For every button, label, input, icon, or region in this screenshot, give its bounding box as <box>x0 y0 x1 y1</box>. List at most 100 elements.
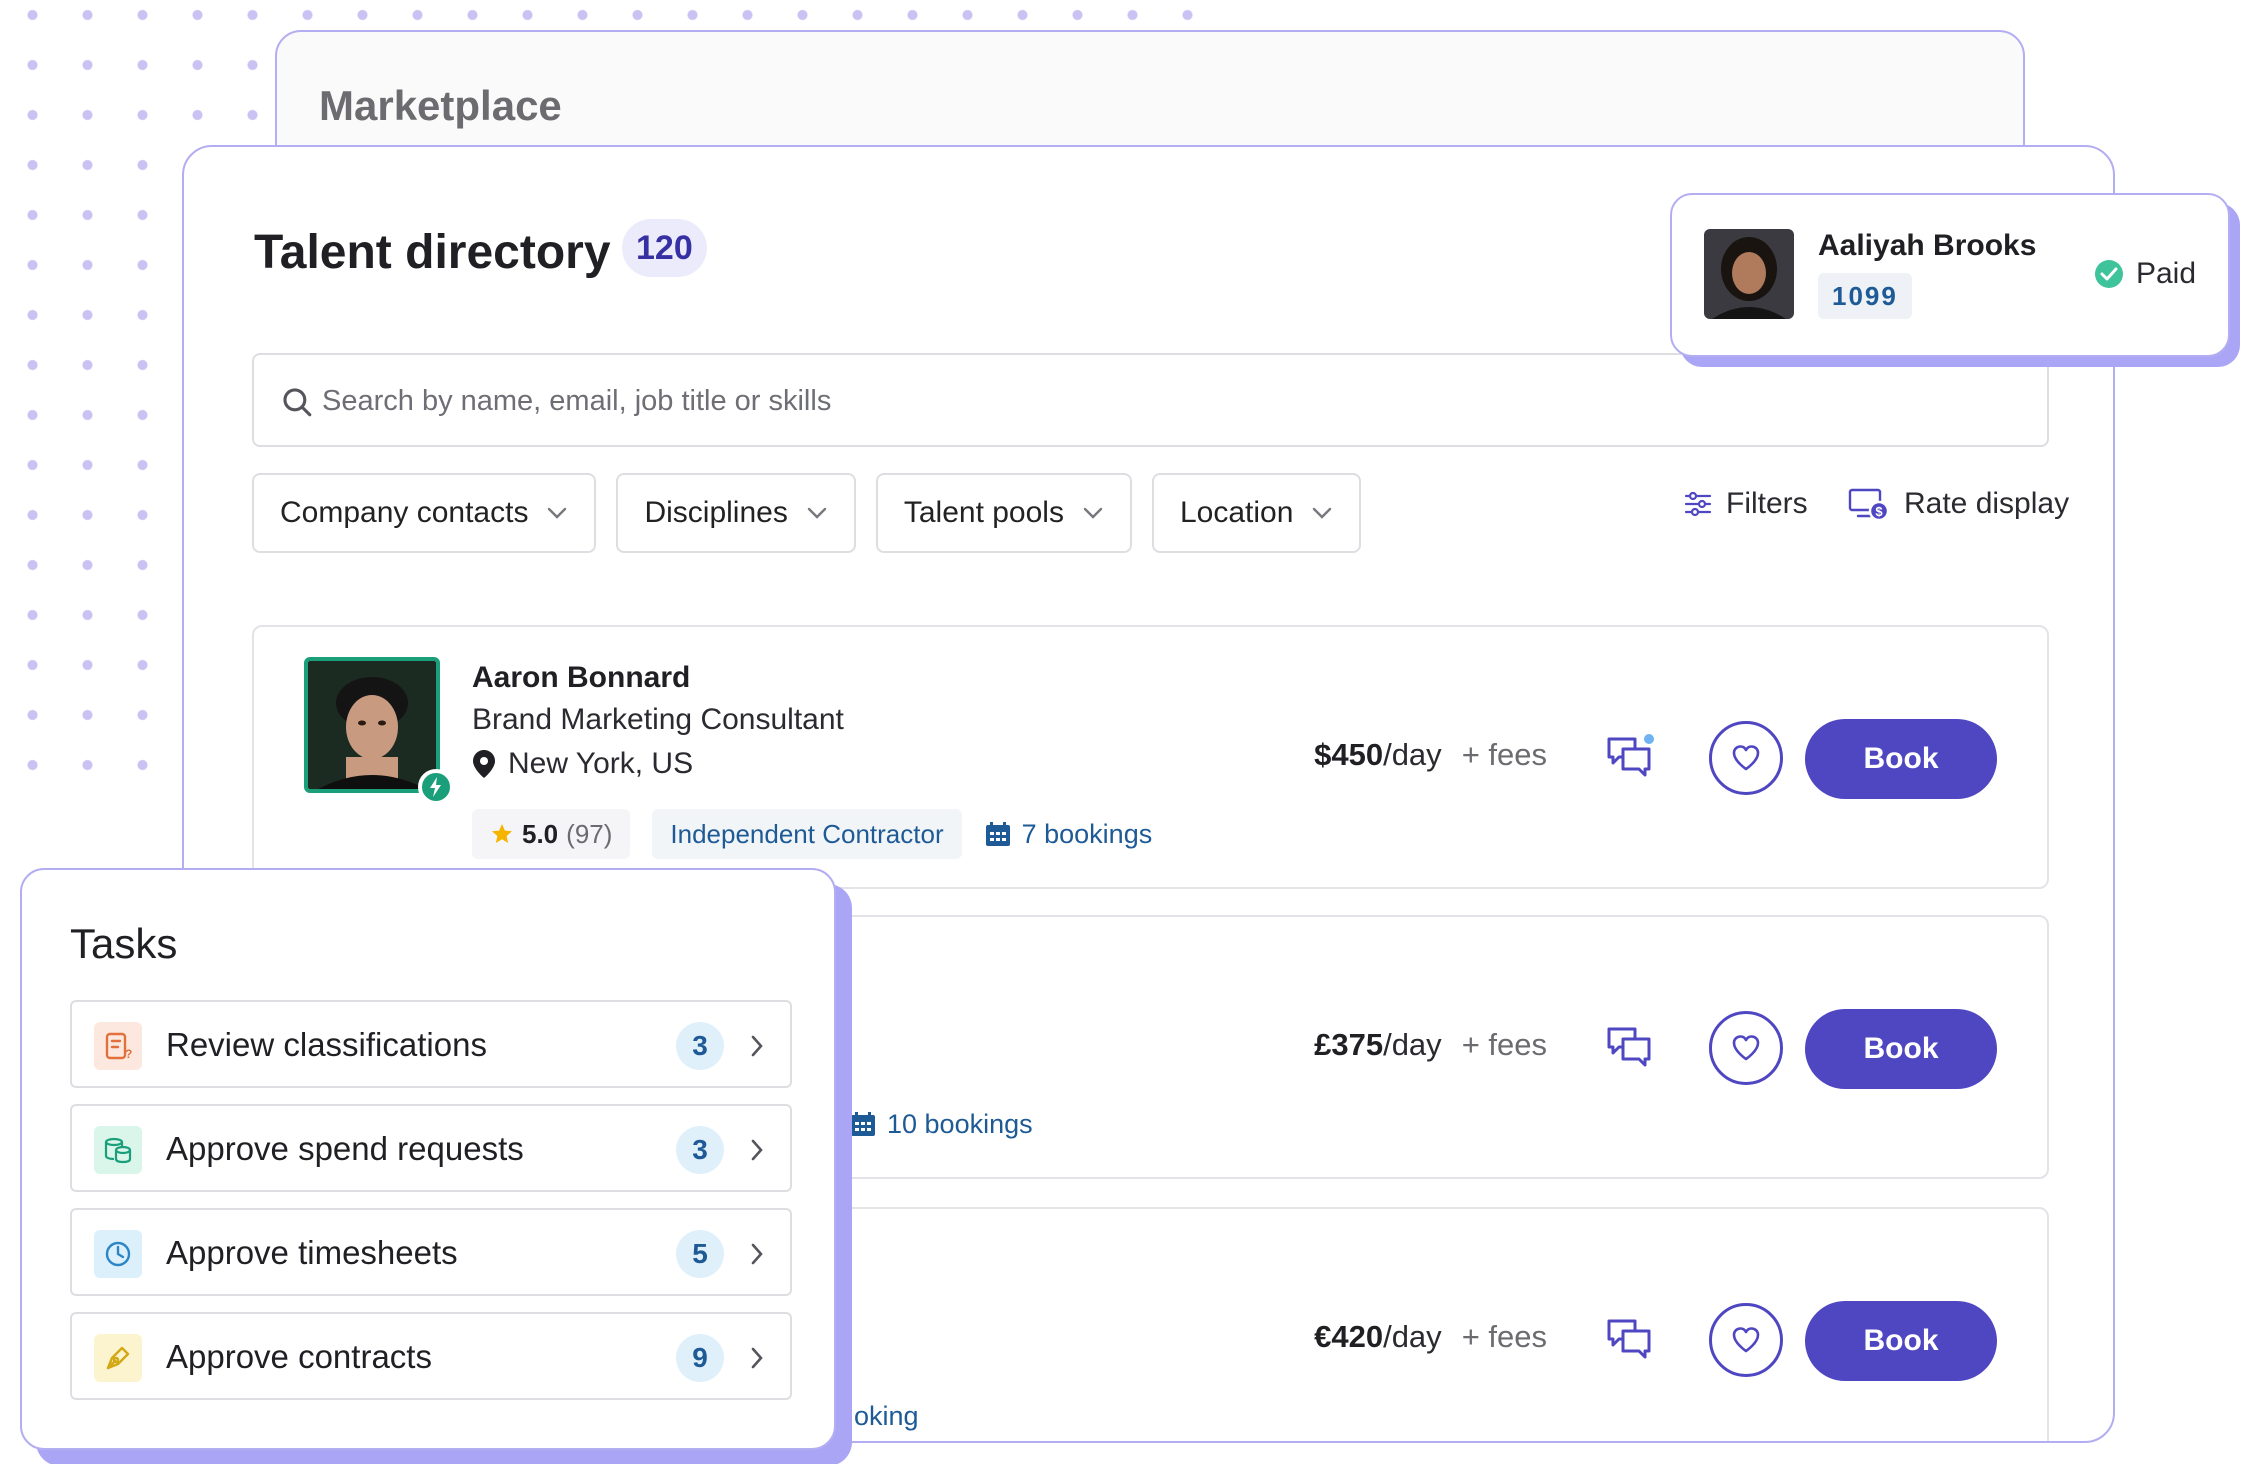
search-input[interactable] <box>322 373 2022 429</box>
chevron-right-icon <box>751 1347 763 1369</box>
svg-text:?: ? <box>125 1047 132 1061</box>
check-circle-icon <box>2094 260 2123 288</box>
heart-icon <box>1732 1327 1760 1353</box>
chevron-down-icon <box>807 507 827 519</box>
task-count-badge: 5 <box>676 1230 724 1278</box>
location-dropdown[interactable]: Location <box>1151 473 1362 553</box>
bookings-count: 7 bookings <box>1021 818 1153 849</box>
rate-amount: £375 <box>1314 1027 1384 1062</box>
talent-count-badge: 120 <box>622 219 707 277</box>
bookings-count: 10 bookings <box>887 1108 1033 1139</box>
pen-icon <box>94 1334 142 1382</box>
chevron-right-icon <box>751 1243 763 1265</box>
worker-type-chip: Independent Contractor <box>652 809 962 859</box>
rate-unit: /day <box>1383 1027 1442 1062</box>
review-count: (97) <box>566 818 613 849</box>
bookings-link[interactable]: oking <box>854 1391 919 1441</box>
chevron-down-icon <box>548 507 567 519</box>
payee-name: Aaliyah Brooks <box>1818 229 2037 262</box>
company-contacts-dropdown[interactable]: Company contacts <box>252 473 597 553</box>
heart-icon <box>1732 745 1760 771</box>
rate-fees: + fees <box>1461 1027 1547 1062</box>
book-button[interactable]: Book <box>1805 1301 1997 1381</box>
talent-name[interactable]: Aaron Bonnard <box>472 661 690 695</box>
tasks-panel: Tasks ? Review classifications 3 Approve… <box>20 868 836 1450</box>
talent-location: New York, US <box>472 747 693 781</box>
filter-bar: Company contacts Disciplines Talent pool… <box>252 473 1362 553</box>
payment-status-label: Paid <box>2135 257 2196 290</box>
favorite-button[interactable] <box>1709 1303 1783 1377</box>
task-count-badge: 9 <box>676 1334 724 1382</box>
task-approve-contracts[interactable]: Approve contracts 9 <box>70 1312 792 1400</box>
coins-icon <box>94 1126 142 1174</box>
day-rate: €420/day + fees <box>1314 1319 1547 1355</box>
message-icon[interactable] <box>1605 1313 1659 1367</box>
task-approve-timesheets[interactable]: Approve timesheets 5 <box>70 1208 792 1296</box>
rate-unit: /day <box>1383 737 1442 772</box>
disciplines-dropdown[interactable]: Disciplines <box>616 473 856 553</box>
monitor-dollar-icon: $ <box>1848 488 1890 521</box>
talent-row: Aaron Bonnard Brand Marketing Consultant… <box>252 625 2049 889</box>
search-box[interactable] <box>252 353 2049 447</box>
payment-status-card: Aaliyah Brooks 1099 Paid <box>1670 193 2230 357</box>
day-rate: £375/day + fees <box>1314 1027 1547 1063</box>
rate-amount: $450 <box>1314 737 1384 772</box>
favorite-button[interactable] <box>1709 1011 1783 1085</box>
calendar-icon <box>851 1112 875 1136</box>
message-icon[interactable] <box>1605 1021 1659 1075</box>
avatar-photo <box>304 657 440 793</box>
filters-label: Filters <box>1726 487 1808 520</box>
chevron-down-icon <box>1313 507 1332 519</box>
dropdown-label: Talent pools <box>903 496 1064 529</box>
talent-job-title: Brand Marketing Consultant <box>472 703 844 736</box>
favorite-button[interactable] <box>1709 721 1783 795</box>
bookings-link[interactable]: 10 bookings <box>849 1099 1033 1149</box>
rate-fees: + fees <box>1461 737 1547 772</box>
bookings-count: oking <box>854 1400 919 1431</box>
message-icon[interactable] <box>1605 731 1659 785</box>
calendar-icon <box>985 822 1010 846</box>
verified-badge-icon <box>418 769 454 805</box>
bookings-link[interactable]: 7 bookings <box>984 818 1153 850</box>
rate-display-label: Rate display <box>1904 487 2070 520</box>
star-icon <box>492 824 512 843</box>
task-label: Approve spend requests <box>166 1130 524 1167</box>
rate-amount: €420 <box>1314 1319 1384 1354</box>
rate-fees: + fees <box>1461 1319 1547 1354</box>
task-approve-spend-requests[interactable]: Approve spend requests 3 <box>70 1104 792 1192</box>
task-review-classifications[interactable]: ? Review classifications 3 <box>70 1000 792 1088</box>
page-title: Talent directory <box>254 226 611 279</box>
rating-value: 5.0 <box>522 818 559 849</box>
form-icon: ? <box>94 1022 142 1070</box>
svg-text:$: $ <box>1875 504 1883 519</box>
task-label: Review classifications <box>166 1026 487 1063</box>
location-pin-icon <box>473 750 495 778</box>
rate-display-button[interactable]: $ Rate display <box>1848 487 2069 521</box>
filters-button[interactable]: Filters <box>1684 487 1808 521</box>
rate-unit: /day <box>1383 1319 1442 1354</box>
tax-form-badge: 1099 <box>1818 273 1912 319</box>
task-count-badge: 3 <box>676 1126 724 1174</box>
task-label: Approve contracts <box>166 1338 432 1375</box>
dropdown-label: Disciplines <box>644 496 788 529</box>
clock-icon <box>94 1230 142 1278</box>
sliders-icon <box>1684 491 1712 517</box>
location-text: New York, US <box>508 747 694 780</box>
day-rate: $450/day + fees <box>1314 737 1547 773</box>
avatar <box>304 657 454 805</box>
book-button[interactable]: Book <box>1805 1009 1997 1089</box>
dropdown-label: Company contacts <box>280 496 529 529</box>
chevron-right-icon <box>751 1139 763 1161</box>
payment-status: Paid <box>2094 257 2196 291</box>
book-button[interactable]: Book <box>1805 719 1997 799</box>
dropdown-label: Location <box>1179 496 1294 529</box>
chevron-right-icon <box>751 1035 763 1057</box>
task-count-badge: 3 <box>676 1022 724 1070</box>
marketplace-title: Marketplace <box>319 82 562 129</box>
talent-pools-dropdown[interactable]: Talent pools <box>875 473 1132 553</box>
task-label: Approve timesheets <box>166 1234 458 1271</box>
chevron-down-icon <box>1083 507 1103 519</box>
tasks-title: Tasks <box>70 920 178 967</box>
rating-chip: 5.0 (97) <box>472 809 631 859</box>
heart-icon <box>1732 1035 1760 1061</box>
